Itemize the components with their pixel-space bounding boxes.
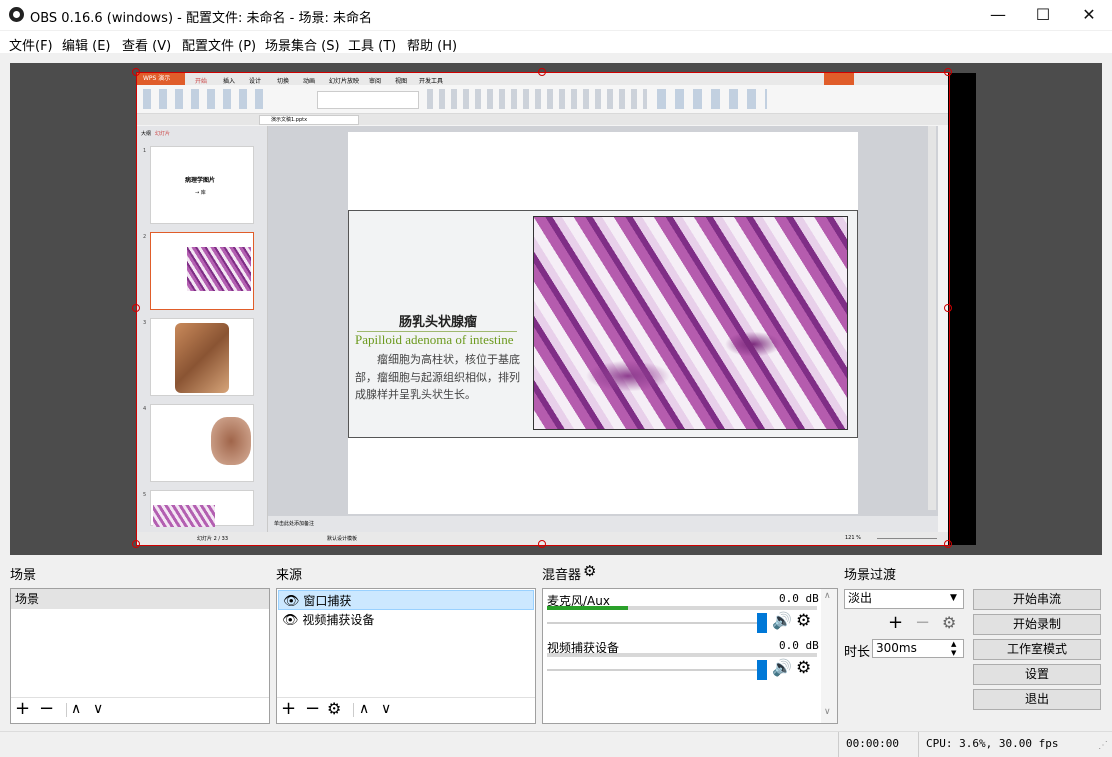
- gear-icon[interactable]: ⚙: [583, 562, 596, 580]
- cpu-fps-readout: CPU: 3.6%, 30.00 fps: [926, 737, 1059, 750]
- spin-down-icon[interactable]: ▼: [951, 645, 956, 662]
- volume-slider[interactable]: [547, 669, 761, 671]
- chevron-down-icon: ▼: [950, 593, 957, 603]
- scenes-title: 场景: [10, 568, 37, 583]
- menu-tools[interactable]: 工具 (T): [348, 35, 396, 54]
- transition-select[interactable]: 淡出 ▼: [844, 589, 964, 609]
- sources-panel: 👁 窗口捕获 👁 视频捕获设备 + − ⚙ ∧ ∨: [276, 588, 536, 724]
- resize-handle[interactable]: [538, 68, 546, 76]
- mixer-db-readout: 0.0 dB: [779, 639, 819, 652]
- scene-item[interactable]: 场景: [11, 589, 269, 609]
- source-item-window-capture[interactable]: 👁 窗口捕获: [278, 590, 534, 610]
- mixer-scrollbar[interactable]: ∧ ∨: [821, 589, 837, 723]
- volume-slider[interactable]: [547, 622, 761, 624]
- gear-icon[interactable]: ⚙: [942, 613, 956, 633]
- resize-handle[interactable]: [132, 304, 140, 312]
- recording-time: 00:00:00: [846, 737, 899, 750]
- mixer-panel: 麦克风/Aux 0.0 dB 🔊 ⚙ 视频捕获设备 0.0 dB 🔊 ⚙ ∧ ∨: [542, 588, 838, 724]
- mixer-title: 混音器: [542, 568, 582, 583]
- gear-icon[interactable]: ⚙: [796, 611, 811, 631]
- menu-edit[interactable]: 编辑 (E): [62, 35, 111, 54]
- eye-icon[interactable]: 👁: [282, 613, 299, 628]
- remove-icon[interactable]: −: [39, 699, 54, 719]
- resize-handle[interactable]: [944, 68, 952, 76]
- settings-button[interactable]: 设置: [973, 664, 1101, 685]
- duration-spinbox[interactable]: 300ms ▲ ▼: [872, 639, 964, 658]
- move-up-icon[interactable]: ∧: [71, 699, 81, 719]
- close-button[interactable]: ✕: [1066, 0, 1112, 30]
- menu-profile[interactable]: 配置文件 (P): [182, 35, 256, 54]
- add-icon[interactable]: +: [15, 699, 30, 719]
- volume-meter: [547, 653, 817, 657]
- source-item-video-capture[interactable]: 👁 视频捕获设备: [278, 610, 538, 630]
- resize-grip-icon[interactable]: ⋰: [1098, 740, 1108, 751]
- resize-handle[interactable]: [944, 540, 952, 548]
- scenes-panel: 场景 + − ∧ ∨: [10, 588, 270, 724]
- speaker-icon[interactable]: 🔊: [772, 611, 792, 630]
- maximize-button[interactable]: ☐: [1020, 0, 1066, 30]
- menu-view[interactable]: 查看 (V): [122, 35, 171, 54]
- add-icon[interactable]: +: [888, 613, 903, 633]
- start-streaming-button[interactable]: 开始串流: [973, 589, 1101, 610]
- exit-button[interactable]: 退出: [973, 689, 1101, 710]
- menu-file[interactable]: 文件(F): [9, 35, 53, 54]
- menu-scene-collection[interactable]: 场景集合 (S): [265, 35, 340, 54]
- capture-black-strip: [948, 73, 976, 545]
- gear-icon[interactable]: ⚙: [796, 658, 811, 678]
- volume-slider-thumb[interactable]: [757, 613, 767, 633]
- menu-bar: 文件(F) 编辑 (E) 查看 (V) 配置文件 (P) 场景集合 (S) 工具…: [0, 31, 1112, 54]
- resize-handle[interactable]: [538, 540, 546, 548]
- window-title: OBS 0.16.6 (windows) - 配置文件: 未命名 - 场景: 未…: [30, 11, 372, 26]
- remove-icon[interactable]: −: [305, 699, 320, 719]
- move-down-icon[interactable]: ∨: [93, 699, 103, 719]
- resize-handle[interactable]: [132, 540, 140, 548]
- mixer-db-readout: 0.0 dB: [779, 592, 819, 605]
- resize-handle[interactable]: [132, 68, 140, 76]
- add-icon[interactable]: +: [281, 699, 296, 719]
- obs-logo-icon: [9, 7, 24, 22]
- eye-icon[interactable]: 👁: [283, 594, 300, 609]
- duration-label: 时长: [844, 645, 871, 660]
- volume-slider-thumb[interactable]: [757, 660, 767, 680]
- remove-icon[interactable]: −: [915, 613, 930, 633]
- speaker-icon[interactable]: 🔊: [772, 658, 792, 677]
- studio-mode-button[interactable]: 工作室模式: [973, 639, 1101, 660]
- minimize-button[interactable]: —: [975, 0, 1021, 30]
- title-bar: OBS 0.16.6 (windows) - 配置文件: 未命名 - 场景: 未…: [0, 0, 1112, 30]
- start-recording-button[interactable]: 开始录制: [973, 614, 1101, 635]
- menu-help[interactable]: 帮助 (H): [407, 35, 457, 54]
- volume-meter: [547, 606, 817, 610]
- move-down-icon[interactable]: ∨: [381, 699, 391, 719]
- sources-title: 来源: [276, 568, 303, 583]
- gear-icon[interactable]: ⚙: [327, 699, 341, 719]
- resize-handle[interactable]: [944, 304, 952, 312]
- status-bar: 00:00:00 CPU: 3.6%, 30.00 fps ⋰: [0, 731, 1112, 757]
- source-selection-border[interactable]: [136, 72, 950, 546]
- move-up-icon[interactable]: ∧: [359, 699, 369, 719]
- transitions-title: 场景过渡: [844, 568, 897, 583]
